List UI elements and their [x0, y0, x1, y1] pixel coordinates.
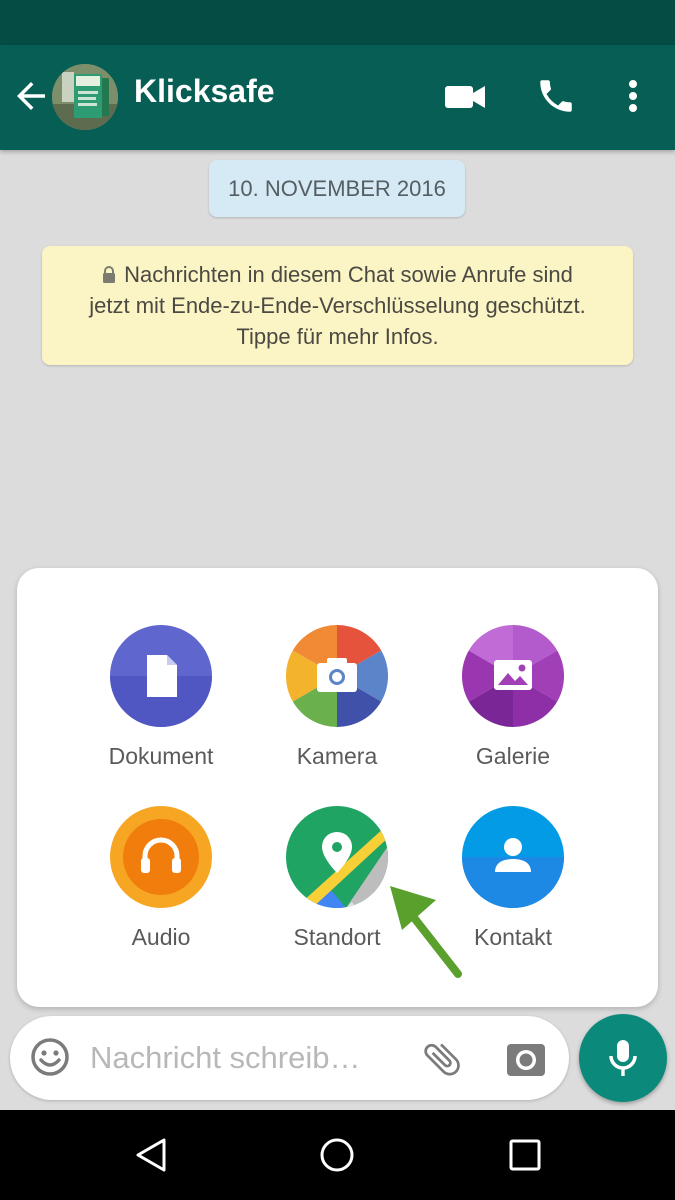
gallery-icon	[462, 625, 564, 727]
encryption-notice[interactable]: Nachrichten in diesem Chat sowie Anrufe …	[42, 246, 633, 365]
back-button[interactable]	[10, 75, 52, 117]
notice-text-line: Nachrichten in diesem Chat sowie Anrufe …	[124, 262, 573, 287]
videocam-icon	[445, 86, 485, 108]
more-vert-icon	[629, 80, 637, 112]
phone-icon	[540, 80, 572, 112]
location-pin-icon	[286, 806, 388, 908]
status-bar	[0, 0, 675, 45]
tile-label: Audio	[131, 924, 191, 950]
attachment-panel: Dokument Kamera Galerie Audio Standort K…	[17, 568, 658, 1007]
voice-call-button[interactable]	[535, 75, 577, 117]
contact-photo-icon	[52, 64, 118, 130]
camera-button[interactable]	[505, 1038, 547, 1078]
paperclip-icon	[424, 1043, 460, 1076]
message-input[interactable]	[90, 1034, 390, 1082]
attach-camera-button[interactable]: Kamera	[249, 625, 425, 770]
arrow-left-icon	[17, 82, 45, 110]
attach-button[interactable]	[420, 1037, 464, 1081]
attach-gallery-button[interactable]: Galerie	[425, 625, 601, 770]
notice-line-3: Tippe für mehr Infos.	[236, 324, 439, 349]
camera-icon	[507, 1044, 545, 1076]
emoji-icon	[31, 1038, 69, 1076]
video-call-button[interactable]	[443, 77, 487, 117]
microphone-icon	[609, 1040, 637, 1076]
message-composer	[10, 1016, 569, 1100]
emoji-button[interactable]	[29, 1036, 71, 1078]
annotation-arrow-icon	[390, 886, 462, 978]
system-navigation-bar	[0, 1110, 675, 1200]
camera-icon	[286, 625, 388, 727]
tile-label: Dokument	[108, 743, 214, 769]
contact-person-icon	[462, 806, 564, 908]
attach-audio-button[interactable]: Audio	[73, 806, 249, 951]
chat-title[interactable]: Klicksafe	[134, 73, 275, 110]
avatar[interactable]	[52, 64, 118, 130]
tile-label: Kamera	[296, 743, 378, 769]
notice-line-2: jetzt mit Ende-zu-Ende-Verschlüsselung g…	[89, 293, 586, 318]
nav-home-icon[interactable]	[318, 1136, 356, 1174]
nav-recents-icon[interactable]	[507, 1137, 543, 1173]
overflow-menu-button[interactable]	[618, 75, 648, 117]
tile-label: Galerie	[475, 743, 551, 769]
attach-document-button[interactable]: Dokument	[73, 625, 249, 770]
document-icon	[110, 625, 212, 727]
notice-line-1: Nachrichten in diesem Chat sowie Anrufe …	[56, 259, 619, 290]
headphones-icon	[110, 806, 212, 908]
nav-back-icon[interactable]	[132, 1136, 170, 1174]
date-chip: 10. NOVEMBER 2016	[209, 160, 465, 217]
voice-message-button[interactable]	[579, 1014, 667, 1102]
chat-header: Klicksafe	[0, 45, 675, 150]
lock-icon	[103, 266, 116, 283]
